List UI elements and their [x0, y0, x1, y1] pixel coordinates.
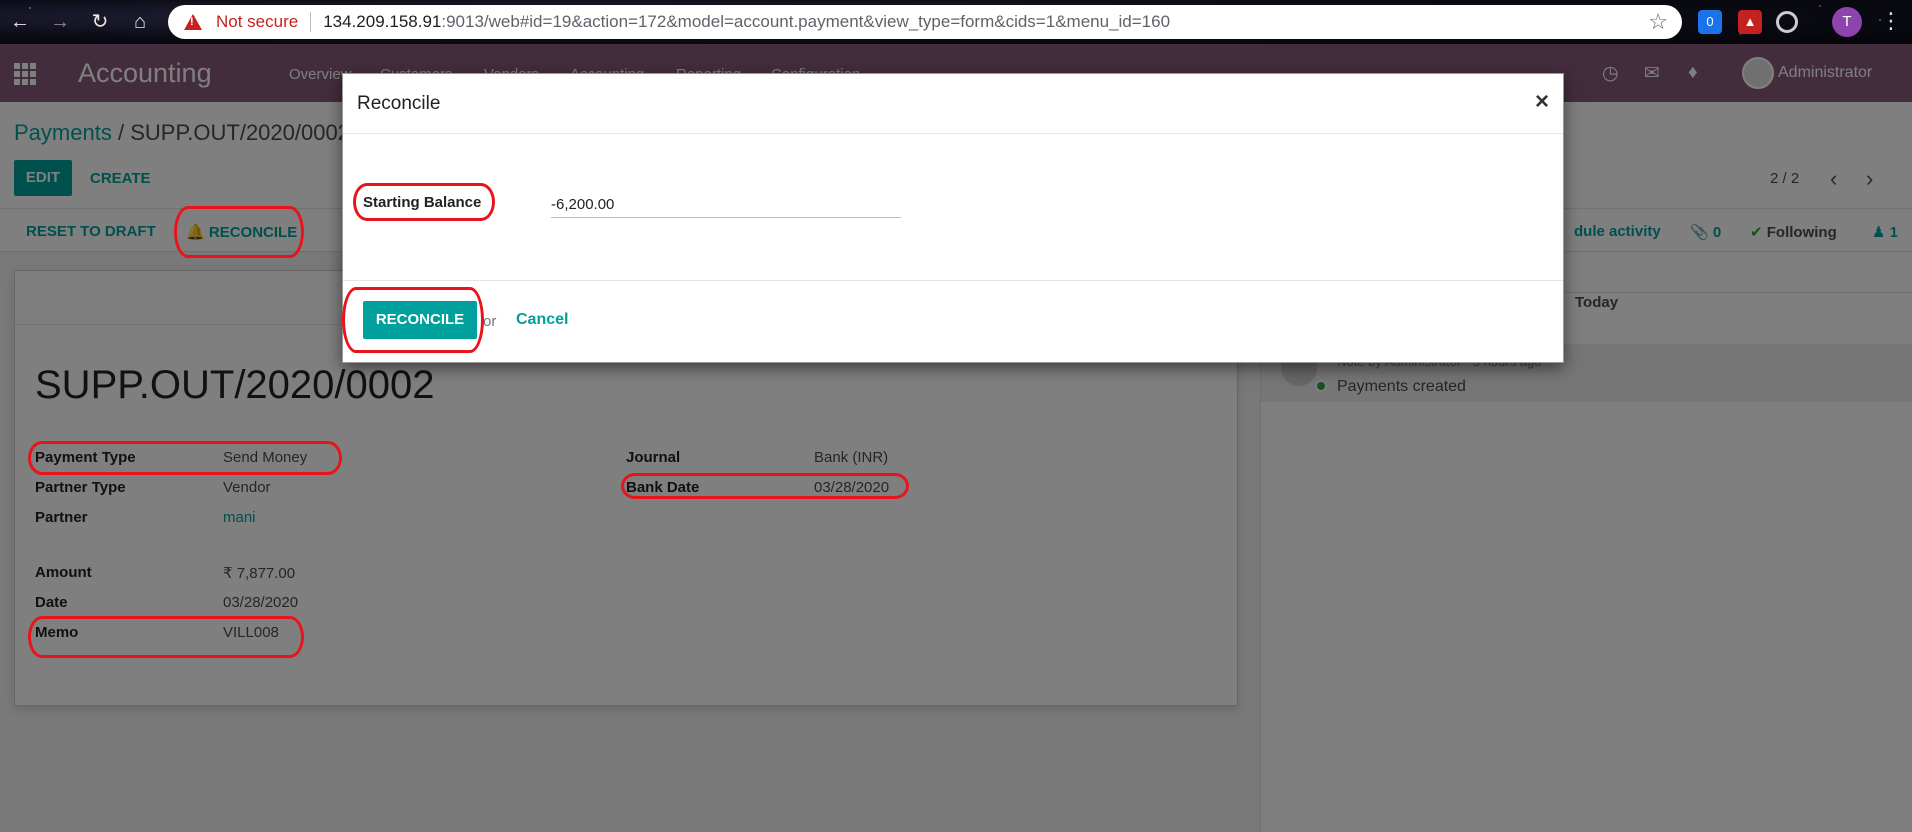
warning-icon — [184, 14, 202, 30]
home-icon[interactable]: ⌂ — [126, 8, 154, 36]
circle-extension-icon[interactable] — [1776, 11, 1798, 33]
browser-toolbar: ← → ↻ ⌂ Not secure 134.209.158.91:9013/w… — [0, 0, 1912, 44]
url-host: 134.209.158.91 — [323, 12, 442, 31]
dialog-body: Starting Balance — [343, 134, 1563, 280]
dialog-header: Reconcile × — [343, 74, 1563, 134]
or-label: or — [483, 313, 497, 330]
bookmark-star-icon[interactable]: ☆ — [1648, 9, 1668, 35]
back-icon[interactable]: ← — [6, 8, 34, 36]
forward-icon[interactable]: → — [46, 8, 74, 36]
reload-icon[interactable]: ↻ — [86, 8, 114, 36]
reconcile-dialog: Reconcile × Starting Balance RECONCILE o… — [342, 73, 1564, 363]
dialog-title: Reconcile — [357, 93, 441, 114]
address-bar[interactable]: Not secure 134.209.158.91:9013/web#id=19… — [168, 5, 1682, 39]
browser-menu-icon[interactable]: ⋮ — [1880, 8, 1902, 34]
starting-balance-input[interactable] — [551, 192, 901, 218]
profile-avatar[interactable]: T — [1832, 7, 1862, 37]
omnibox-divider — [310, 12, 312, 32]
security-label[interactable]: Not secure — [216, 12, 298, 32]
extension-badge: 0 — [1706, 14, 1714, 29]
dialog-footer: RECONCILE or Cancel — [343, 280, 1563, 364]
starting-balance-label: Starting Balance — [363, 194, 482, 211]
extension-icon[interactable]: 0 — [1698, 10, 1722, 34]
reconcile-button[interactable]: RECONCILE — [363, 301, 477, 339]
close-icon[interactable]: × — [1535, 88, 1549, 116]
cancel-button[interactable]: Cancel — [516, 311, 568, 329]
pdf-extension-icon[interactable]: ▲ — [1738, 10, 1762, 34]
url-rest: :9013/web#id=19&action=172&model=account… — [441, 12, 1171, 31]
